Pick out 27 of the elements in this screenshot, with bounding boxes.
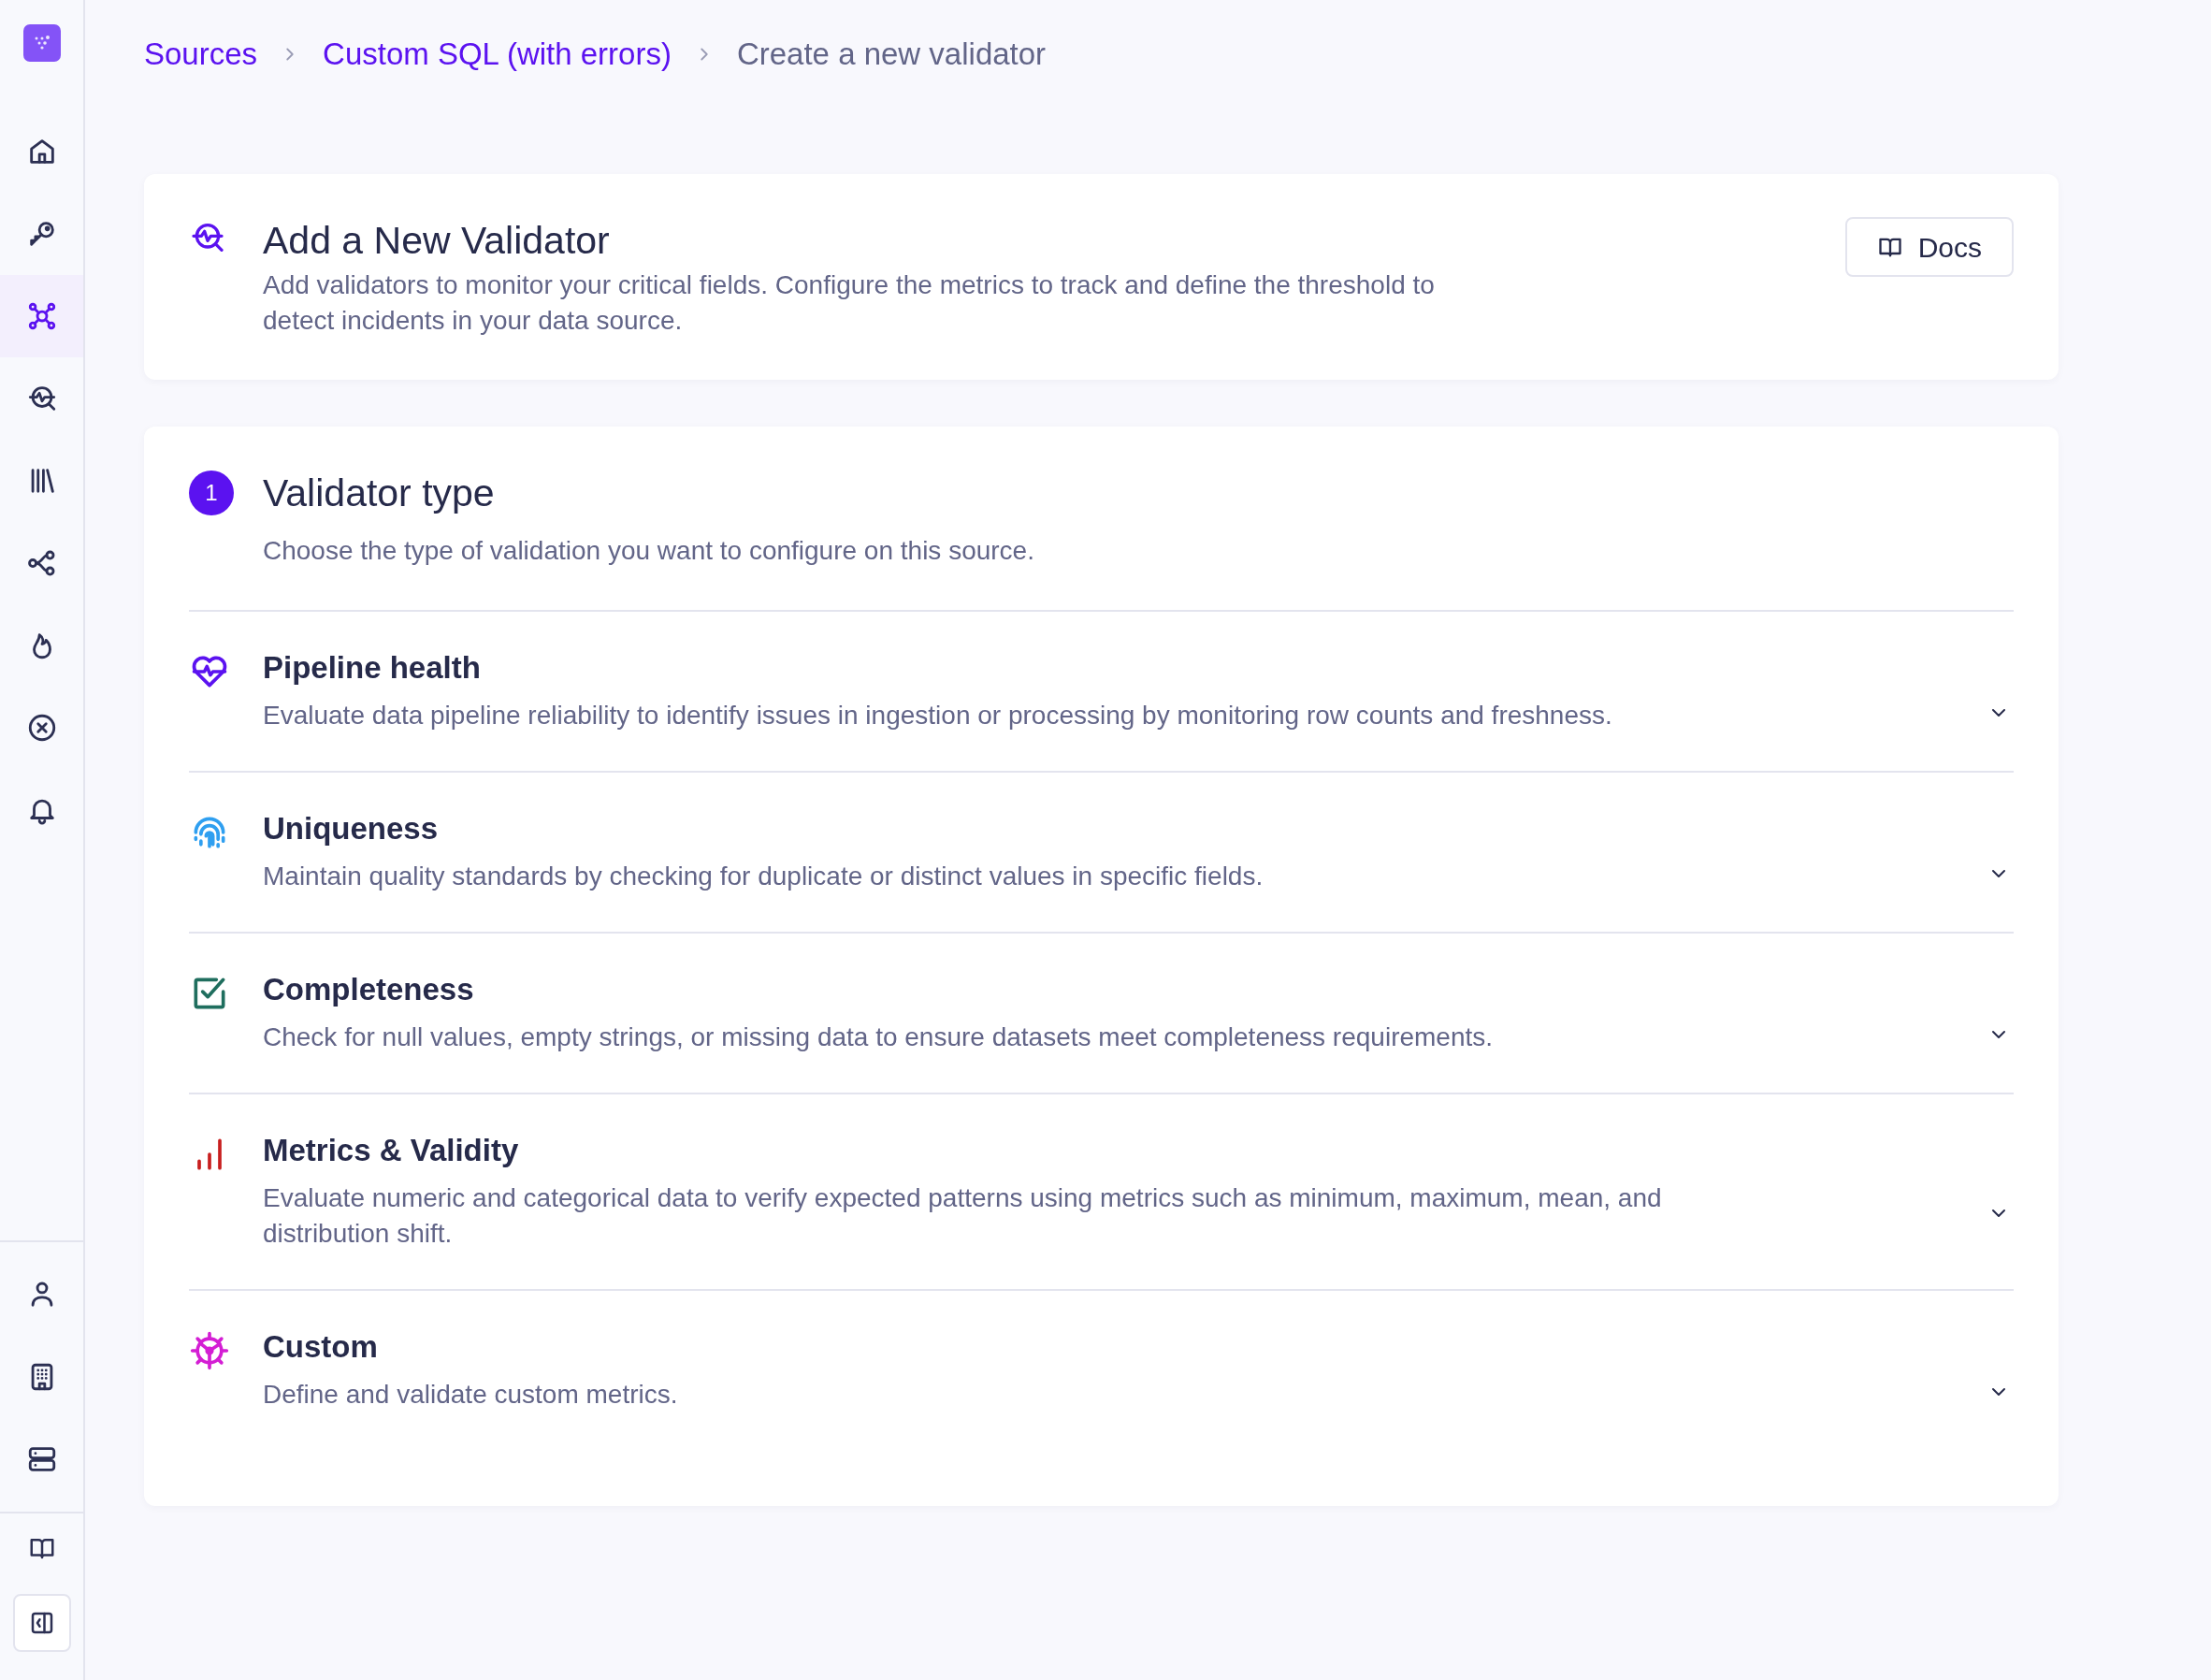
validator-type-option[interactable]: Pipeline health Evaluate data pipeline reliability to identify issues in ingestion or processing by monitoring row counts and freshness.: [189, 610, 2014, 771]
option-description: Evaluate data pipeline reliability to identify issues in ingestion or processing by monitoring row counts and freshness.: [263, 700, 1613, 731]
breadcrumb-link[interactable]: Sources: [144, 31, 258, 78]
validator-type-option[interactable]: Completeness Check for null values, empty strings, or missing data to ensure datasets meet completeness requirements.: [189, 932, 2014, 1093]
step-title: Validator type: [263, 471, 495, 516]
breadcrumb-current: Create a new validator: [736, 36, 1047, 74]
step-number: 1: [189, 471, 234, 515]
collapse-sidebar-button[interactable]: [12, 1594, 71, 1652]
option-title: Metrics & Validity: [263, 1132, 520, 1169]
option-description: Check for null values, empty strings, or missing data to ensure datasets meet completeness requirements.: [263, 1021, 1495, 1053]
option-title: Completeness: [263, 971, 475, 1008]
validator-type-option[interactable]: Metrics & Validity Evaluate numeric and categorical data to verify expected patterns using metrics such as minimum, maximum, mean, and distribution shift.: [189, 1093, 2014, 1289]
option-description: Define and validate custom metrics.: [263, 1379, 679, 1411]
step-description: Choose the type of validation you want to configure on this source.: [263, 535, 1035, 567]
docs-button[interactable]: Docs: [1844, 217, 2014, 277]
option-description: Evaluate numeric and categorical data to verify expected patterns using metrics such as minimum, maximum, mean, and distribution shift.: [263, 1182, 1663, 1250]
nav-item[interactable]: [0, 275, 83, 357]
page-title: Add a New Validator: [263, 218, 611, 264]
option-title: Custom: [263, 1328, 379, 1366]
app-logo[interactable]: [22, 24, 61, 62]
option-title: Pipeline health: [263, 649, 482, 687]
validator-type-option[interactable]: Custom Define and validate custom metrics.: [189, 1289, 2014, 1450]
page-description: Add validators to monitor your critical fields. Configure the metrics to track and define the threshold to detect incidents in your data source.: [263, 269, 1436, 337]
option-description: Maintain quality standards by checking for duplicate or distinct values in specific fields.: [263, 861, 1264, 892]
validator-type-option[interactable]: Uniqueness Maintain quality standards by checking for duplicate or distinct values in specific fields.: [189, 771, 2014, 932]
option-title: Uniqueness: [263, 810, 440, 847]
breadcrumb-link[interactable]: Custom SQL (with errors): [323, 31, 672, 78]
